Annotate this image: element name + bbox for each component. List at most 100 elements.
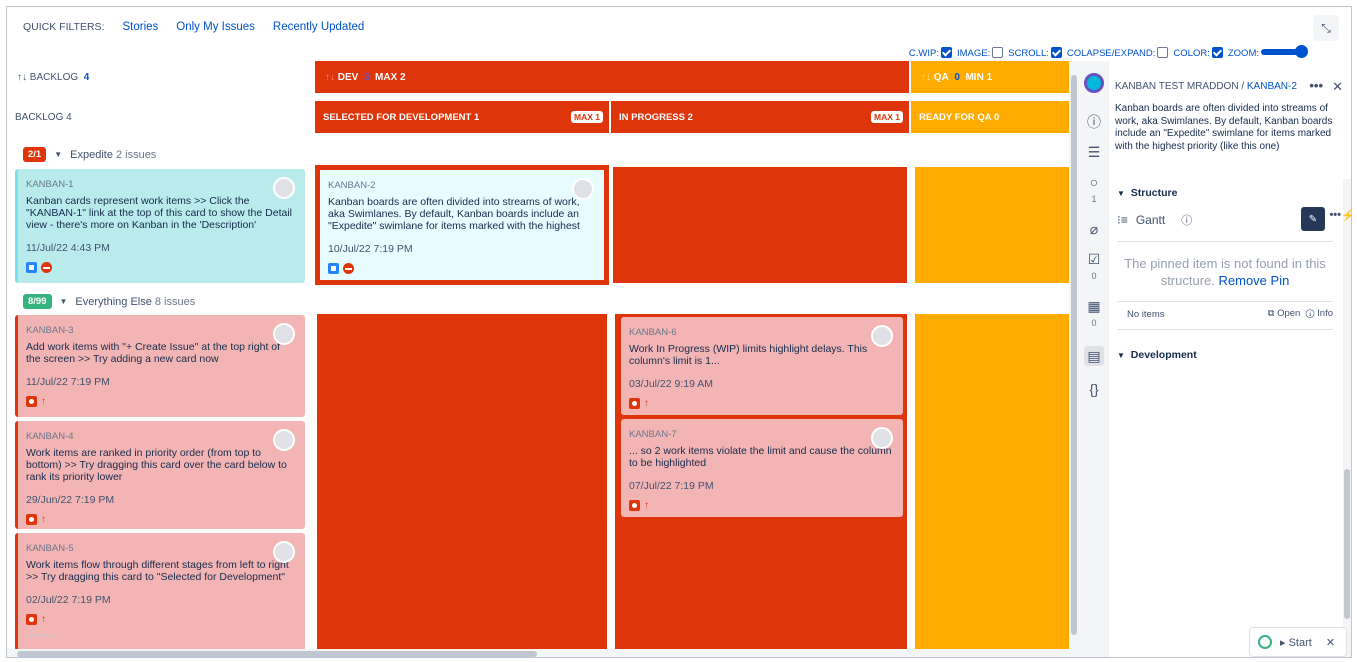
column-name: DEV <box>337 71 359 83</box>
quick-filter-only-my-issues[interactable]: Only My Issues <box>176 21 255 33</box>
column-header-qa[interactable]: ↑↓ QA 0 MIN 1 <box>911 61 1069 93</box>
swimlane-expedite[interactable]: 2/1 ▼ Expedite 2 issues <box>23 147 156 162</box>
option-scroll[interactable]: SCROLL: <box>1008 47 1062 59</box>
more-icon[interactable]: ••• <box>1329 209 1341 221</box>
breadcrumb-issue-link[interactable]: KANBAN-2 <box>1247 81 1297 92</box>
card-kanban-2[interactable]: KANBAN-2 Kanban boards are often divided… <box>317 167 607 283</box>
scrollbar-thumb[interactable] <box>1071 75 1077 635</box>
close-icon[interactable]: ✕ <box>1326 636 1335 649</box>
breadcrumb-separator: / <box>1238 81 1247 92</box>
minimize-icon[interactable]: ⤡ <box>1313 15 1339 41</box>
zoom-slider[interactable] <box>1261 44 1308 58</box>
card-key[interactable]: KANBAN-6 <box>629 327 893 339</box>
info-icon[interactable]: ⓘ <box>1181 212 1192 228</box>
bolt-icon[interactable]: ⚡ <box>1341 209 1351 222</box>
subcolumn-backlog[interactable]: BACKLOG 4 <box>7 101 313 133</box>
issue-description: Kanban boards are often divided into str… <box>1115 103 1333 152</box>
table-icon[interactable]: ▦ 0 <box>1087 299 1100 330</box>
checkbox-scroll[interactable] <box>1050 47 1062 58</box>
swimlane-badge: 8/99 <box>23 294 52 309</box>
swimlane-everything-else[interactable]: 8/99 ▼ Everything Else 8 issues <box>23 294 195 309</box>
column-count: 4 <box>83 71 90 83</box>
card-kanban-1[interactable]: KANBAN-1 Kanban cards represent work ite… <box>15 169 305 283</box>
checkbox-collapse[interactable] <box>1157 47 1169 58</box>
card-key[interactable]: KANBAN-1 <box>26 179 295 191</box>
subcolumn-in-progress[interactable]: IN PROGRESS 2 MAX 1 <box>611 101 909 133</box>
chevron-down-icon[interactable]: ▼ <box>54 150 62 159</box>
description-icon[interactable]: ☰ <box>1088 145 1101 159</box>
chevron-down-icon[interactable]: ▼ <box>60 297 68 306</box>
horizontal-scrollbar[interactable] <box>7 649 1069 657</box>
close-icon[interactable]: ✕ <box>1332 79 1343 95</box>
card-summary: ... so 2 work items violate the limit an… <box>629 444 892 469</box>
option-color[interactable]: COLOR: <box>1173 47 1223 59</box>
pin-icon[interactable]: ✎ <box>1301 207 1325 231</box>
sort-icon: ↑↓ <box>325 71 335 83</box>
sort-icon: ↑↓ <box>921 71 931 83</box>
card-key[interactable]: KANBAN-3 <box>26 325 295 337</box>
avatar[interactable] <box>273 177 295 199</box>
avatar[interactable] <box>871 325 893 347</box>
chevron-down-icon[interactable]: ▼ <box>1117 351 1125 360</box>
info-icon[interactable]: ⓘ <box>1306 308 1315 319</box>
card-kanban-6[interactable]: KANBAN-6 Work In Progress (WIP) limits h… <box>621 317 903 415</box>
avatar[interactable] <box>273 429 295 451</box>
column-header-dev[interactable]: ↑↓ DEV 3 MAX 2 <box>315 61 909 93</box>
bug-icon <box>629 500 640 512</box>
checkbox-cwip[interactable] <box>940 47 952 58</box>
bug-icon <box>629 398 640 410</box>
checkbox-color[interactable] <box>1211 47 1223 58</box>
attachment-icon[interactable]: ⌀ <box>1090 222 1098 236</box>
card-kanban-3[interactable]: KANBAN-3 Add work items with "+ Create I… <box>15 315 305 417</box>
open-link[interactable]: Open <box>1277 308 1300 319</box>
vertical-scrollbar[interactable] <box>1069 61 1079 657</box>
checkbox-image[interactable] <box>992 47 1004 58</box>
app-logo-icon[interactable] <box>1084 73 1104 93</box>
scrollbar-thumb[interactable] <box>17 651 537 657</box>
swimlane-name: Everything Else <box>75 295 152 308</box>
card-kanban-7[interactable]: KANBAN-7 ... so 2 work items violate the… <box>621 419 903 517</box>
card-kanban-5[interactable]: KANBAN-5 Work items flow through differe… <box>15 533 305 651</box>
avatar[interactable] <box>871 427 893 449</box>
divider <box>1117 329 1333 330</box>
option-image[interactable]: IMAGE: <box>957 47 1004 59</box>
subcolumn-selected[interactable]: SELECTED FOR DEVELOPMENT 1 MAX 1 <box>315 101 609 133</box>
option-scroll-label: SCROLL: <box>1008 48 1049 59</box>
card-kanban-4[interactable]: KANBAN-4 Work items are ranked in priori… <box>15 421 305 540</box>
start-button[interactable]: ▸ Start <box>1280 636 1312 649</box>
avatar[interactable] <box>273 541 295 563</box>
quick-filter-stories[interactable]: Stories <box>122 21 158 33</box>
more-icon[interactable]: ••• <box>1309 78 1323 93</box>
chevron-down-icon[interactable]: ▼ <box>1117 189 1125 198</box>
structure-icon[interactable]: ▤ <box>1084 346 1104 366</box>
info-link[interactable]: Info <box>1317 308 1333 319</box>
card-key[interactable]: KANBAN-4 <box>26 431 295 443</box>
card-key[interactable]: KANBAN-2 <box>328 180 594 192</box>
column-header-backlog[interactable]: ↑↓ BACKLOG 4 <box>7 61 313 93</box>
development-section-header[interactable]: ▼ Development <box>1117 349 1197 361</box>
checklist-icon[interactable]: ☑ 0 <box>1088 252 1101 283</box>
info-icon[interactable]: ⓘ <box>1087 115 1101 129</box>
code-braces-icon[interactable]: {} <box>1089 382 1098 396</box>
card-key[interactable]: KANBAN-5 <box>26 543 295 555</box>
avatar[interactable] <box>273 323 295 345</box>
quick-filters: QUICK FILTERS: Stories Only My Issues Re… <box>23 21 364 33</box>
quick-filter-recently-updated[interactable]: Recently Updated <box>273 21 364 33</box>
subcolumn-ready-qa[interactable]: READY FOR QA 0 <box>911 101 1069 133</box>
gantt-label[interactable]: Gantt <box>1136 213 1165 227</box>
breadcrumb-project[interactable]: KANBAN TEST MRADDON <box>1115 81 1239 92</box>
option-zoom[interactable]: ZOOM: <box>1228 44 1308 59</box>
start-label: Start <box>1288 636 1312 649</box>
card-key[interactable]: KANBAN-7 <box>629 429 893 441</box>
remove-pin-link[interactable]: Remove Pin <box>1219 273 1290 288</box>
comments-icon[interactable]: ○ 1 <box>1090 175 1098 206</box>
option-cwip[interactable]: C.WIP: <box>909 47 952 59</box>
avatar[interactable] <box>572 178 594 200</box>
panel-scrollbar[interactable] <box>1343 179 1351 657</box>
external-link-icon[interactable]: ⧉ <box>1268 308 1275 319</box>
scrollbar-thumb[interactable] <box>1344 469 1350 619</box>
card-summary: Kanban cards represent work items >> Cli… <box>26 194 292 231</box>
option-collapse[interactable]: COLAPSE/EXPAND: <box>1067 47 1169 59</box>
subcolumn-label: SELECTED FOR DEVELOPMENT 1 <box>323 111 480 123</box>
structure-section-header[interactable]: ▼ Structure <box>1117 187 1177 199</box>
